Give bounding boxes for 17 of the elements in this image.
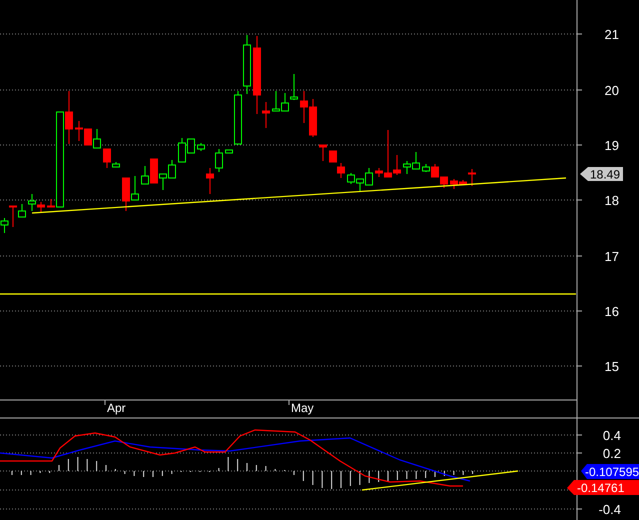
candlestick (197, 142, 205, 152)
axis-label: 20 (604, 83, 619, 98)
axis-label: -0.4 (598, 502, 621, 517)
date-label: May (291, 401, 314, 415)
candlestick (319, 144, 327, 162)
signal-value-label: -0.14761 (567, 480, 639, 495)
axis-label: 0.2 (602, 446, 621, 461)
axis-label: 17 (604, 249, 619, 264)
axis-label: 19 (604, 138, 619, 153)
axis-label: 0.4 (602, 428, 621, 443)
axis-label: 21 (604, 27, 619, 42)
macd-value-label: -0.107595 (581, 464, 639, 479)
axis-label: 15 (604, 359, 619, 374)
candlestick (225, 150, 233, 154)
date-label: Apr (107, 401, 126, 415)
axis-label: 18 (604, 193, 619, 208)
axis-label: 16 (604, 304, 619, 319)
